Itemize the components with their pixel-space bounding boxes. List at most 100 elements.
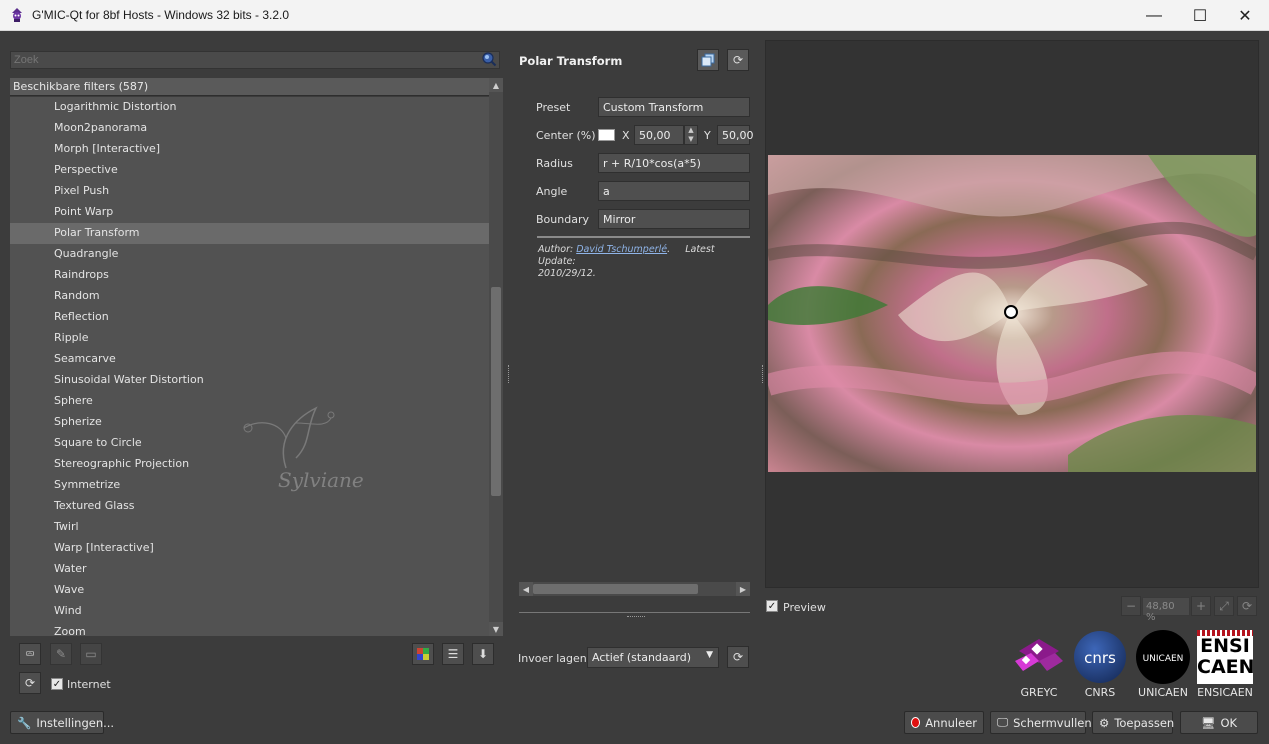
center-x-spinner[interactable]: ▲ ▼ bbox=[684, 125, 698, 145]
scroll-down-icon[interactable]: ▼ bbox=[489, 622, 503, 636]
update-filters-button[interactable]: ⟳ bbox=[19, 672, 41, 694]
filter-tree[interactable]: Logarithmic Distortion Moon2panorama Morph… bbox=[10, 97, 489, 636]
window-title: G'MIC-Qt for 8bf Hosts - Windows 32 bits… bbox=[32, 8, 290, 22]
radius-input[interactable]: r + R/10*cos(a*5) bbox=[598, 153, 750, 173]
filter-item[interactable]: Perspective bbox=[10, 160, 489, 181]
scroll-left-icon[interactable]: ◀ bbox=[519, 582, 533, 596]
scroll-up-icon[interactable]: ▲ bbox=[489, 78, 503, 92]
author-prefix: Author: bbox=[538, 244, 574, 255]
sylviane-watermark: Sylviane bbox=[236, 398, 386, 518]
internet-checkbox[interactable]: ✓ bbox=[51, 678, 63, 690]
rename-favorite-button[interactable]: ✎ bbox=[50, 643, 72, 665]
preview-checkbox[interactable]: ✓ bbox=[766, 600, 778, 612]
filter-item[interactable]: Seamcarve bbox=[10, 349, 489, 370]
zoom-fit-button[interactable]: ⤢ bbox=[1214, 596, 1234, 616]
plus-icon: + bbox=[1195, 599, 1207, 613]
preset-label: Preset bbox=[536, 101, 571, 114]
center-color-swatch[interactable] bbox=[598, 129, 615, 141]
center-x-label: X bbox=[622, 129, 630, 142]
vertical-splitter-grip[interactable] bbox=[627, 616, 645, 619]
filter-item[interactable]: Raindrops bbox=[10, 265, 489, 286]
filter-item[interactable]: Pixel Push bbox=[10, 181, 489, 202]
filter-item[interactable]: Twirl bbox=[10, 517, 489, 538]
add-favorite-button[interactable]: ⮹ bbox=[19, 643, 41, 665]
filter-item[interactable]: Water bbox=[10, 559, 489, 580]
filter-item[interactable]: Point Warp bbox=[10, 202, 489, 223]
filter-item[interactable]: Random bbox=[10, 286, 489, 307]
refresh-icon: ⟳ bbox=[732, 53, 744, 67]
filter-item[interactable]: Reflection bbox=[10, 307, 489, 328]
download-button[interactable]: ⬇ bbox=[472, 643, 494, 665]
filter-item[interactable]: Polar Transform bbox=[10, 223, 489, 244]
close-button[interactable]: ✕ bbox=[1222, 0, 1268, 31]
minimize-button[interactable]: — bbox=[1131, 0, 1177, 31]
color-grid-icon bbox=[417, 648, 429, 660]
params-bottom-separator bbox=[519, 612, 750, 613]
cursor-add-icon: ⮹ bbox=[25, 646, 35, 661]
ok-label: OK bbox=[1220, 715, 1238, 730]
greyc-logo-icon bbox=[1015, 639, 1063, 671]
zoom-level-field[interactable]: 48,80 % bbox=[1142, 597, 1190, 623]
gear-icon: ⚙ bbox=[1099, 715, 1110, 730]
preset-select[interactable]: Custom Transform bbox=[598, 97, 750, 117]
watermark-flourish-icon bbox=[243, 406, 335, 469]
visibility-toggle-button[interactable] bbox=[412, 643, 434, 665]
scroll-right-icon[interactable]: ▶ bbox=[736, 582, 750, 596]
refresh-layers-button[interactable]: ⟳ bbox=[727, 646, 749, 668]
input-layers-value: Actief (standaard) bbox=[592, 651, 691, 664]
boundary-select[interactable]: Mirror bbox=[598, 209, 750, 229]
angle-input[interactable]: a bbox=[598, 181, 750, 201]
filter-item[interactable]: Warp [Interactive] bbox=[10, 538, 489, 559]
ok-button[interactable]: 🖥 OK bbox=[1180, 711, 1258, 734]
refresh-icon: ⟳ bbox=[732, 650, 744, 664]
center-x-input[interactable]: 50,00 bbox=[634, 125, 684, 145]
stop-icon bbox=[911, 717, 921, 728]
filter-item[interactable]: Quadrangle bbox=[10, 244, 489, 265]
zoom-out-button[interactable]: − bbox=[1121, 596, 1141, 616]
filter-list-scroll-thumb[interactable] bbox=[491, 287, 501, 496]
ensicaen-logo-icon: ENSI CAEN bbox=[1197, 630, 1255, 684]
settings-button[interactable]: 🔧 Instellingen... bbox=[10, 711, 114, 734]
apply-button[interactable]: ⚙ Toepassen bbox=[1092, 711, 1174, 734]
svg-text:UNICAEN: UNICAEN bbox=[1143, 654, 1184, 664]
filter-item[interactable]: Wind bbox=[10, 601, 489, 622]
left-splitter-handle[interactable] bbox=[508, 365, 511, 383]
author-link[interactable]: David Tschumperlé bbox=[576, 244, 667, 255]
cancel-button[interactable]: Annuleer bbox=[904, 711, 984, 734]
filter-item[interactable]: Morph [Interactive] bbox=[10, 139, 489, 160]
fullscreen-button[interactable]: 🖵 Schermvullend bbox=[990, 711, 1099, 734]
filter-item[interactable]: Logarithmic Distortion bbox=[10, 97, 489, 118]
filter-item[interactable]: Ripple bbox=[10, 328, 489, 349]
unicaen-label: UNICAEN bbox=[1138, 686, 1188, 699]
greyc-label: GREYC bbox=[1020, 686, 1058, 699]
filter-item[interactable]: Zoom bbox=[10, 622, 489, 636]
radius-label: Radius bbox=[536, 157, 573, 170]
input-layers-label: Invoer lagen bbox=[518, 652, 587, 665]
filter-item[interactable]: Wave bbox=[10, 580, 489, 601]
fullscreen-label: Schermvullend bbox=[1013, 715, 1099, 730]
copy-params-button[interactable] bbox=[697, 49, 719, 71]
search-icon[interactable] bbox=[481, 51, 497, 67]
filter-item[interactable]: Sinusoidal Water Distortion bbox=[10, 370, 489, 391]
maximize-button[interactable]: ☐ bbox=[1177, 0, 1223, 31]
reset-params-button[interactable]: ⟳ bbox=[727, 49, 749, 71]
center-y-input[interactable]: 50,00 bbox=[717, 125, 754, 145]
copy-icon bbox=[701, 53, 715, 67]
filter-item[interactable]: Moon2panorama bbox=[10, 118, 489, 139]
filter-search-input[interactable] bbox=[10, 51, 500, 69]
center-y-label: Y bbox=[704, 129, 711, 142]
preview-label: Preview bbox=[783, 601, 826, 614]
filter-author-info: Author: David Tschumperlé. Latest Update… bbox=[538, 244, 715, 279]
remove-favorite-button[interactable]: ▭ bbox=[80, 643, 102, 665]
svg-text:cnrs: cnrs bbox=[1084, 649, 1116, 667]
zoom-reset-button[interactable]: ⟳ bbox=[1237, 596, 1257, 616]
zoom-in-button[interactable]: + bbox=[1191, 596, 1211, 616]
remove-icon: ▭ bbox=[85, 647, 97, 661]
ensicaen-label: ENSICAEN bbox=[1197, 686, 1253, 699]
preview-image[interactable] bbox=[768, 155, 1256, 472]
cnrs-label: CNRS bbox=[1084, 686, 1116, 699]
latest-update-value: 2010/29/12. bbox=[538, 268, 596, 279]
expand-collapse-button[interactable]: ☰ bbox=[442, 643, 464, 665]
input-layers-select[interactable]: Actief (standaard) ▼ bbox=[587, 647, 719, 668]
params-hscroll-thumb[interactable] bbox=[533, 584, 698, 594]
